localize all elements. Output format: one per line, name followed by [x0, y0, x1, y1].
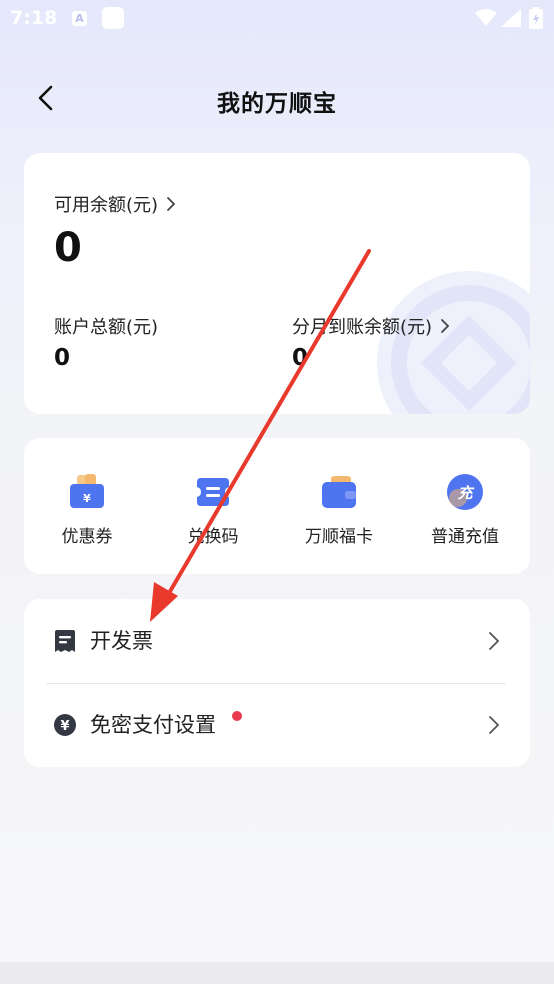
installment-balance-value: 0: [292, 345, 309, 371]
available-balance-link[interactable]: 可用余额(元): [54, 191, 176, 217]
signal-icon: [501, 9, 521, 27]
installment-balance-link[interactable]: 分月到账余额(元): [292, 313, 450, 339]
battery-icon: [529, 7, 543, 29]
quick-action-coupon[interactable]: ¥ 优惠券: [24, 438, 150, 574]
status-bar: 7:18 A: [0, 0, 554, 40]
page-title: 我的万顺宝: [217, 91, 337, 117]
quick-action-redeem-code[interactable]: 兑换码: [150, 438, 276, 574]
quick-action-label: 普通充值: [431, 527, 499, 547]
total-balance-label: 账户总额(元): [54, 317, 159, 338]
quick-action-fortune-card[interactable]: 万顺福卡: [276, 438, 402, 574]
app-notification-icon: A: [72, 11, 87, 26]
chevron-right-icon: [441, 319, 450, 333]
bottom-system-bar: [0, 962, 554, 984]
recharge-icon: 充: [447, 474, 483, 510]
chevron-right-icon: [489, 716, 500, 734]
menu-item-label: 免密支付设置: [90, 713, 216, 737]
svg-text:充: 充: [457, 484, 474, 502]
quick-action-recharge[interactable]: 充 普通充值: [402, 438, 528, 574]
chevron-right-icon: [489, 632, 500, 650]
menu-item-label: 开发票: [90, 629, 153, 653]
menu-item-passwordless-pay[interactable]: ¥ 免密支付设置: [24, 683, 530, 767]
ticket-icon: [197, 478, 229, 506]
app-square-icon: [102, 7, 124, 29]
wallet-card-icon: [322, 476, 356, 508]
available-balance-value: 0: [54, 225, 82, 271]
installment-balance-label: 分月到账余额(元): [292, 317, 433, 338]
status-time: 7:18: [10, 7, 58, 29]
quick-action-label: 兑换码: [187, 527, 239, 547]
quick-actions-card: ¥ 优惠券 兑换码 万顺福卡 充 普通充值: [24, 438, 530, 574]
menu-card: 开发票 ¥ 免密支付设置: [24, 599, 530, 767]
yuan-icon: ¥: [54, 714, 76, 736]
balance-card: 可用余额(元) 0 账户总额(元) 0 分月到账余额(元) 0: [24, 153, 530, 414]
coupon-icon: ¥: [70, 474, 104, 508]
notification-badge: [232, 711, 242, 721]
chevron-right-icon: [167, 197, 176, 211]
available-balance-label: 可用余额(元): [54, 195, 159, 216]
wifi-icon: [475, 9, 497, 26]
svg-text:¥: ¥: [83, 492, 91, 505]
total-balance-value: 0: [54, 345, 71, 371]
invoice-icon: [55, 630, 75, 652]
svg-text:¥: ¥: [60, 719, 69, 734]
quick-action-label: 万顺福卡: [305, 527, 373, 547]
quick-action-label: 优惠券: [61, 527, 113, 547]
menu-item-invoice[interactable]: 开发票: [24, 599, 530, 683]
